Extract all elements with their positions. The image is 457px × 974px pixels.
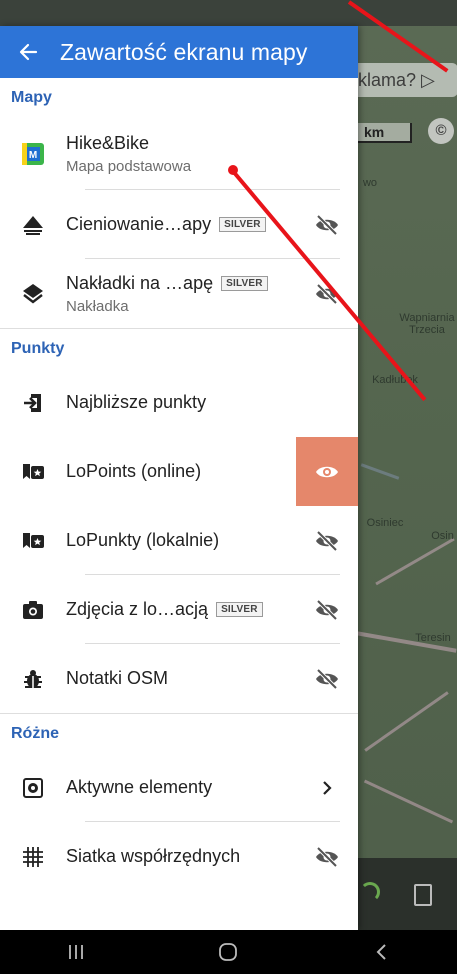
place-label: Osin [431,530,454,542]
item-title: Siatka współrzędnych [66,846,241,866]
camera-icon [23,600,43,619]
visibility-toggle[interactable] [296,506,358,575]
list-item-lopoints-local[interactable]: LoPunkty (lokalnie) [0,506,358,575]
list-item-osm-notes[interactable]: Notatki OSM [0,644,358,713]
gps-icon[interactable] [360,882,380,902]
home-icon [219,943,238,961]
hill-shading-icon [23,215,43,235]
copyright-icon[interactable]: © [428,118,454,144]
item-title: Zdjęcia z lo…acją [66,599,209,619]
back-nav-button[interactable] [351,930,411,974]
place-label: Wapniarnia Trzecia [399,312,455,336]
item-title: Notatki OSM [66,668,169,688]
locus-map-icon: M [22,143,44,165]
section-points-header: Punkty [0,328,358,368]
annotation-dot [228,165,238,175]
silver-badge: SILVER [219,217,266,232]
item-title: Aktywne elementy [66,777,213,797]
layers-icon [23,283,43,304]
grid-icon [23,846,43,867]
item-title: Hike&Bike [66,133,150,153]
lopoints-icon [23,532,44,548]
eye-off-icon [316,599,338,620]
list-item-lopoints-online[interactable]: LoPoints (online) [0,437,358,506]
place-label: wo [362,177,378,189]
section-other-header: Różne [0,713,358,753]
home-button[interactable] [198,930,258,974]
map-scale: km [356,123,412,143]
arrow-left-icon [19,43,38,61]
back-chevron-icon [376,944,386,960]
recent-apps-button[interactable] [46,930,106,974]
eye-off-icon [316,214,338,235]
eye-off-icon [316,530,338,551]
item-title: Najbliższe punkty [66,392,207,412]
visibility-toggle[interactable] [296,644,358,713]
svg-text:M: M [29,150,37,161]
eye-off-icon [316,846,338,867]
visibility-toggle[interactable] [296,575,358,644]
place-label: Teresin [415,632,451,644]
visibility-toggle[interactable] [296,822,358,891]
list-item-geotagged-photos[interactable]: Zdjęcia z lo…acją SILVER [0,575,358,644]
visibility-toggle[interactable] [296,190,358,259]
login-arrow-icon [24,393,41,412]
list-item-nearest-points[interactable]: Najbliższe punkty [0,368,358,437]
item-title: LoPoints (online) [66,461,202,481]
silver-badge: SILVER [221,275,268,291]
visibility-toggle[interactable] [296,259,358,328]
silver-badge: SILVER [216,602,263,617]
lopoints-icon [23,463,44,479]
recent-apps-icon [69,945,84,959]
item-title: Nakładki na …apę [66,272,214,293]
chevron-right-icon [323,780,332,795]
eye-icon [316,466,338,477]
place-label: Osiniec [366,517,404,529]
eye-off-icon [316,668,338,689]
page-title: Zawartość ekranu mapy [60,38,308,65]
list-item-active-elements[interactable]: Aktywne elementy [0,753,358,822]
list-item-hike-bike[interactable]: M Hike&Bike Mapa podstawowa [0,118,358,190]
open-submenu[interactable] [296,753,358,822]
back-button[interactable] [0,26,56,78]
bug-icon [24,669,42,688]
visibility-toggle[interactable] [296,437,358,506]
list-item-hill-shading[interactable]: Cieniowanie…apy SILVER [0,190,358,259]
drawer-header: Zawartość ekranu mapy [0,26,358,78]
system-navigation-bar [0,930,457,974]
section-maps-header: Mapy [11,89,52,106]
add-building-icon[interactable] [414,884,432,906]
list-item-coordinate-grid[interactable]: Siatka współrzędnych [0,822,358,891]
item-subtitle: Nakładka [66,297,129,315]
item-subtitle: Mapa podstawowa [66,158,192,175]
item-title: LoPunkty (lokalnie) [66,530,220,550]
map-content-drawer: Zawartość ekranu mapy Mapy M Hike&Bike M… [0,26,358,930]
list-item-overlays[interactable]: Nakładki na …apę SILVER Nakładka [0,259,358,328]
item-title: Cieniowanie…apy [66,214,212,234]
active-elements-icon [23,777,43,798]
status-bar [0,0,457,26]
